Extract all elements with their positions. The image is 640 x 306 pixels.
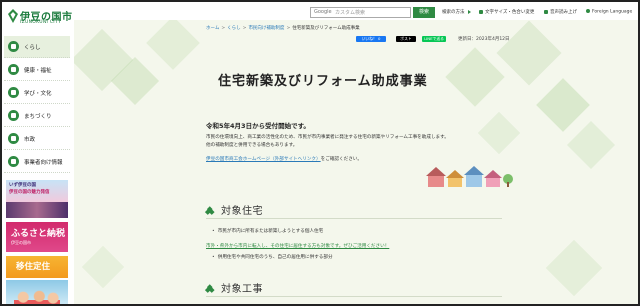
- speaker-icon: [544, 9, 548, 14]
- list-item: 併用住宅や共同住宅のうち、自己の居住用に供する部分: [212, 254, 333, 260]
- banner-title: ふるさと納税: [11, 229, 66, 239]
- x-post-button[interactable]: ポスト: [396, 36, 416, 42]
- nav-item-label: まちづくり: [24, 114, 52, 120]
- logo-text-en: IZUNOKUNI CITY: [20, 20, 62, 25]
- people-image: [14, 290, 60, 304]
- banner-iju-teiju[interactable]: 移住定住: [6, 256, 68, 278]
- breadcrumb-link[interactable]: くらし: [227, 26, 241, 31]
- nav-item-label: 学び・文化: [24, 91, 52, 97]
- text-size-icon: [479, 9, 483, 14]
- line-share-button[interactable]: LINEで送る: [422, 36, 446, 42]
- decoration: [81, 245, 125, 289]
- diamond-icon: [205, 206, 215, 215]
- updated-date: 更新日：2023年4月12日: [458, 37, 510, 42]
- text-size-link[interactable]: 文字サイズ・色合い変更: [479, 9, 534, 15]
- page-title: 住宅新築及びリフォーム助成事業: [218, 74, 428, 89]
- banner-subtitle: 伊豆の国市: [11, 240, 31, 245]
- global-nav: くらし 健康・福祉 学び・文化 まちづくり 市政 事業者向け情報 いず伊豆の国 …: [2, 32, 72, 304]
- decoration: [496, 20, 562, 86]
- banner-text: いず伊豆の国: [9, 183, 36, 188]
- main-content: ホーム > くらし > 市民向け補助制度 > 住宅新築及びリフォーム助成事業 いいね！ 0 …: [74, 20, 638, 304]
- nav-item-label: 市政: [24, 137, 36, 143]
- resident-note-link[interactable]: 市外・県外から市内に転入し、その住宅に居住する方も対象です。ぜひご活用ください！: [206, 243, 389, 249]
- search-help-link[interactable]: 検索の方法: [442, 9, 471, 15]
- link-sentence: 伊豆の国市商工会ホームページ（外部サイトへリンク）をご確認ください。: [206, 157, 362, 162]
- list-item: 市民が市内に所有または新築しようとする個人住宅: [212, 228, 324, 234]
- speech-link[interactable]: 音声読み上げ: [544, 9, 577, 15]
- banner-text: 伊豆の国の魅力発信: [9, 190, 50, 195]
- banner-people[interactable]: [6, 280, 68, 304]
- nav-item-business[interactable]: 事業者向け情報: [4, 151, 70, 173]
- search-input[interactable]: Google カスタム検索: [310, 7, 411, 18]
- building-icon: [8, 110, 19, 121]
- nav-item-town[interactable]: まちづくり: [4, 105, 70, 127]
- banner-izunokuni[interactable]: いず伊豆の国 伊豆の国の魅力発信: [6, 180, 68, 218]
- banner-furusato-nozei[interactable]: ふるさと納税 伊豆の国市: [6, 222, 68, 252]
- nav-item-label: 事業者向け情報: [24, 160, 63, 166]
- nav-item-label: 健康・福祉: [24, 68, 52, 74]
- chamber-of-commerce-link[interactable]: 伊豆の国市商工会ホームページ（外部サイトへリンク）: [206, 157, 321, 162]
- breadcrumb-link[interactable]: 市民向け補助制度: [248, 26, 284, 31]
- decoration: [146, 20, 200, 70]
- city-emblem-icon: [8, 9, 18, 23]
- decoration: [545, 239, 603, 297]
- site-logo[interactable]: 伊豆の国市 IZUNOKUNI CITY: [8, 8, 72, 30]
- nav-item-culture[interactable]: 学び・文化: [4, 82, 70, 104]
- banner-image: [6, 202, 68, 218]
- nav-item-kurashi[interactable]: くらし: [4, 36, 70, 58]
- lead-text: 令和5年4月3日から受付開始です。: [206, 122, 310, 130]
- decoration: [536, 78, 590, 132]
- section-heading: 対象住宅: [205, 202, 263, 217]
- breadcrumb-link[interactable]: ホーム: [206, 26, 219, 31]
- decoration: [445, 47, 505, 107]
- houses-illustration: [426, 166, 513, 187]
- briefcase-icon: [8, 156, 19, 167]
- arrow-icon: [467, 9, 471, 14]
- divider: [206, 296, 502, 297]
- browser-frame: 伊豆の国市 IZUNOKUNI CITY Google カスタム検索 検索 検索…: [0, 0, 640, 306]
- diamond-icon: [205, 284, 215, 293]
- section-heading: 対象工事: [205, 280, 263, 295]
- search-button[interactable]: 検索: [413, 7, 435, 18]
- banner-title: 移住定住: [16, 262, 51, 272]
- body-paragraph: 他の補助制度と併用できる場合もあります。: [206, 143, 298, 148]
- foreign-language-link[interactable]: Foreign Language: [586, 9, 632, 15]
- heart-icon: [8, 64, 19, 75]
- nav-item-city[interactable]: 市政: [4, 128, 70, 150]
- book-icon: [8, 87, 19, 98]
- globe-icon: [586, 9, 590, 13]
- search-placeholder: カスタム検索: [335, 10, 366, 16]
- breadcrumb-current: 住宅新築及びリフォーム助成事業: [292, 26, 360, 31]
- body-paragraph: 市民の住環境向上、商工業の活性化のため、市民が市内事業者に発注する住宅の新築やリ…: [206, 135, 449, 140]
- search-engine-label: Google: [314, 9, 332, 15]
- breadcrumb: ホーム > くらし > 市民向け補助制度 > 住宅新築及びリフォーム助成事業: [206, 26, 360, 31]
- home-icon: [8, 41, 19, 52]
- nav-item-label: くらし: [24, 45, 41, 51]
- decoration: [566, 120, 616, 170]
- nav-item-health[interactable]: 健康・福祉: [4, 59, 70, 81]
- facebook-like-button[interactable]: いいね！ 0: [356, 36, 386, 42]
- divider: [206, 218, 502, 219]
- decoration: [477, 111, 521, 155]
- city-hall-icon: [8, 133, 19, 144]
